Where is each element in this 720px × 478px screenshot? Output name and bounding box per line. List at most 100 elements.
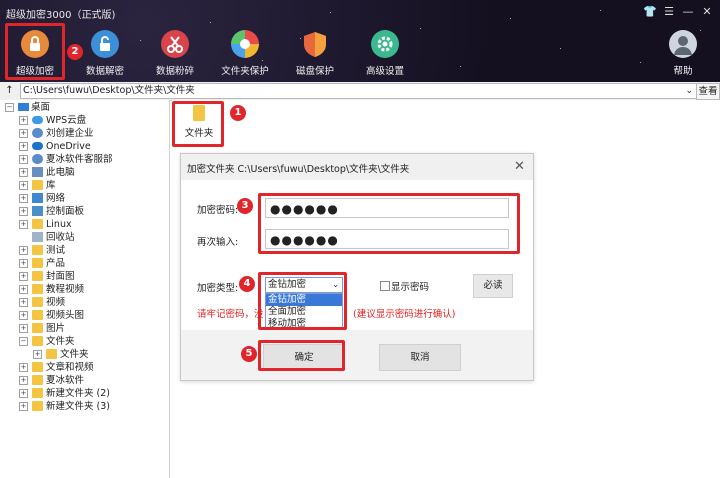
step-badge-4: 4 — [239, 276, 255, 292]
encrypt-dialog: 加密文件夹 C:\Users\fuwu\Desktop\文件夹\文件夹 ✕ 加密… — [180, 153, 534, 381]
toolbar-shred-button[interactable]: 数据粉碎 — [143, 30, 207, 80]
toolbar-folder-protect-button[interactable]: 文件夹保护 — [213, 30, 277, 80]
password-label: 加密密码: — [197, 205, 239, 216]
tree-item-label: 文件夹 — [46, 336, 75, 347]
tree-item-label: 控制面板 — [46, 206, 85, 217]
folder-icon — [32, 310, 43, 320]
expand-icon[interactable]: + — [19, 272, 28, 281]
shield-icon — [301, 30, 329, 58]
warning-text-left: 请牢记密码，没 — [197, 309, 264, 320]
step-badge-5: 5 — [241, 346, 257, 362]
expand-icon[interactable]: + — [19, 220, 28, 229]
expand-icon[interactable]: + — [19, 285, 28, 294]
unlock-icon — [91, 30, 119, 58]
folder-icon — [32, 401, 43, 411]
expand-icon[interactable]: + — [19, 155, 28, 164]
folder-icon — [32, 323, 43, 333]
expand-icon[interactable]: + — [19, 389, 28, 398]
tree-item-label: 测试 — [46, 245, 66, 256]
expand-icon[interactable]: + — [19, 168, 28, 177]
expand-icon[interactable]: + — [19, 142, 28, 151]
tree-item-label: 封面图 — [46, 271, 75, 282]
tree-item-label: 库 — [46, 180, 56, 191]
toolbar-label: 帮助 — [673, 66, 693, 77]
highlight-ok-button — [258, 340, 345, 371]
expand-icon[interactable]: + — [19, 181, 28, 190]
folder-icon — [32, 362, 43, 372]
menu-icon[interactable]: ☰ — [662, 5, 676, 19]
skin-icon[interactable]: 👕 — [643, 5, 657, 19]
tree-item-label: 教程视频 — [46, 284, 85, 295]
chevron-down-icon[interactable]: ⌄ — [685, 84, 693, 98]
toolbar-help-button[interactable]: 帮助 — [651, 30, 715, 80]
library-icon — [32, 180, 43, 190]
must-read-button[interactable]: 必读 — [473, 274, 513, 298]
up-arrow-icon[interactable]: ↑ — [3, 84, 16, 98]
tree-item-label: 视频头图 — [46, 310, 85, 321]
tree-item-label: 回收站 — [46, 232, 75, 243]
confirm-password-label: 再次输入: — [197, 237, 239, 248]
warning-text: 请牢记密码，没 (建议显示密码进行确认) — [197, 306, 455, 320]
toolbar-disk-protect-button[interactable]: 磁盘保护 — [283, 30, 347, 80]
expand-icon[interactable]: + — [19, 363, 28, 372]
collapse-icon[interactable]: − — [19, 337, 28, 346]
expand-icon[interactable]: + — [19, 259, 28, 268]
folder-icon — [32, 375, 43, 385]
user-icon — [32, 154, 43, 164]
minimize-icon[interactable]: — — [681, 5, 695, 19]
expand-icon[interactable]: + — [19, 324, 28, 333]
folder-icon — [32, 388, 43, 398]
tree-item-label: 此电脑 — [46, 167, 75, 178]
collapse-icon[interactable]: − — [5, 103, 14, 112]
close-icon[interactable]: ✕ — [514, 160, 525, 173]
folder-icon — [32, 336, 43, 346]
folder-tree: − 桌面 + WPS云盘 + 刘创建企业 + OneDrive + 夏冰软件客服… — [0, 100, 170, 478]
toolbar-label: 磁盘保护 — [295, 66, 334, 77]
tree-item-label: 文件夹 — [60, 349, 89, 360]
path-text: C:\Users\fuwu\Desktop\文件夹\文件夹 — [23, 85, 195, 96]
expand-icon[interactable]: + — [19, 376, 28, 385]
tree-item-label: 新建文件夹 (2) — [46, 388, 110, 399]
cancel-button[interactable]: 取消 — [379, 344, 461, 371]
computer-icon — [32, 167, 43, 177]
folder-icon — [32, 245, 43, 255]
highlight-encrypt-type — [258, 272, 347, 330]
toolbar-label: 数据解密 — [85, 66, 124, 77]
cloud-icon — [32, 116, 43, 124]
expand-icon[interactable]: + — [19, 194, 28, 203]
expand-icon[interactable]: + — [19, 311, 28, 320]
app-title: 超级加密3000（正式版) — [6, 10, 116, 21]
tree-item-label: 产品 — [46, 258, 66, 269]
expand-icon[interactable]: + — [19, 207, 28, 216]
expand-icon[interactable]: + — [19, 116, 28, 125]
folder-icon — [32, 219, 43, 229]
expand-icon[interactable]: + — [33, 350, 42, 359]
folder-item[interactable]: 文件夹 — [182, 103, 216, 143]
view-button[interactable]: 查看 — [696, 83, 720, 100]
tree-item-label: 夏冰软件客服部 — [46, 154, 113, 165]
folder-icon — [32, 271, 43, 281]
expand-icon[interactable]: + — [19, 246, 28, 255]
toolbar-label: 数据粉碎 — [155, 66, 194, 77]
show-password-checkbox[interactable] — [380, 281, 390, 291]
folder-icon — [32, 297, 43, 307]
avatar-icon — [669, 30, 697, 58]
dialog-title: 加密文件夹 C:\Users\fuwu\Desktop\文件夹\文件夹 — [187, 164, 410, 175]
tree-item-label: 网络 — [46, 193, 66, 204]
expand-icon[interactable]: + — [19, 402, 28, 411]
color-wheel-icon — [231, 30, 259, 58]
close-icon[interactable]: ✕ — [700, 5, 714, 19]
folder-icon — [32, 258, 43, 268]
tree-item-label: 桌面 — [31, 102, 51, 113]
expand-icon[interactable]: + — [19, 129, 28, 138]
toolbar-settings-button[interactable]: 高级设置 — [353, 30, 417, 80]
warning-text-right: (建议显示密码进行确认) — [353, 309, 456, 320]
expand-icon[interactable]: + — [19, 298, 28, 307]
encrypt-type-label: 加密类型: — [197, 283, 239, 294]
tree-item-label: Linux — [46, 219, 72, 230]
user-icon — [32, 128, 43, 138]
tree-item-label: 图片 — [46, 323, 66, 334]
control-panel-icon — [32, 206, 43, 216]
path-input[interactable]: C:\Users\fuwu\Desktop\文件夹\文件夹 ⌄ — [20, 83, 697, 99]
toolbar-decrypt-button[interactable]: 数据解密 — [73, 30, 137, 80]
